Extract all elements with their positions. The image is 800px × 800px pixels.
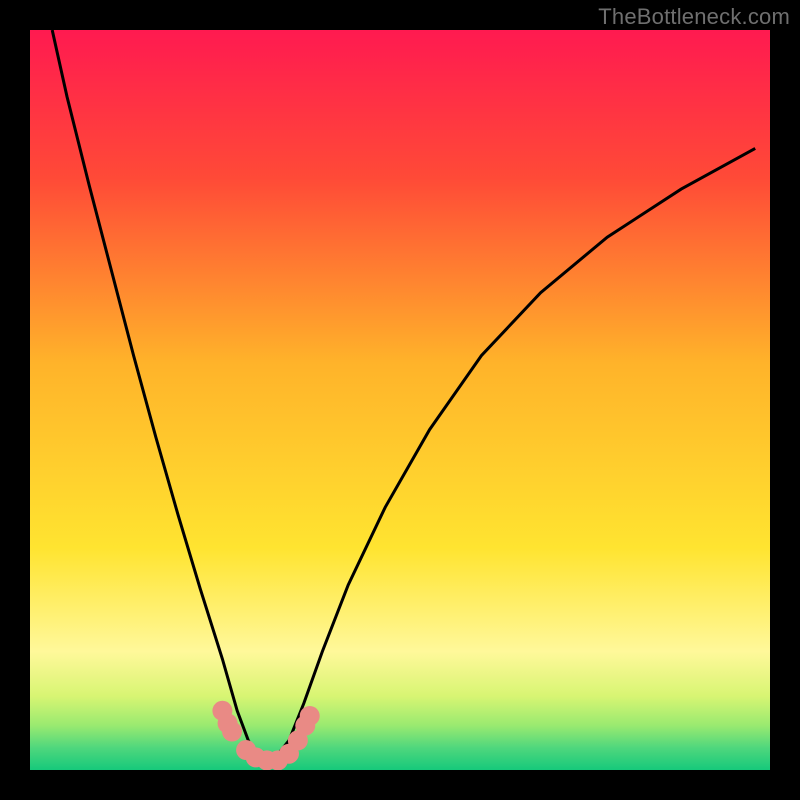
marker-point: [300, 706, 320, 726]
marker-point: [222, 722, 242, 742]
chart-container: TheBottleneck.com: [0, 0, 800, 800]
plot-area: [30, 30, 770, 770]
watermark-text: TheBottleneck.com: [598, 4, 790, 30]
chart-svg: [30, 30, 770, 770]
gradient-background: [30, 30, 770, 770]
